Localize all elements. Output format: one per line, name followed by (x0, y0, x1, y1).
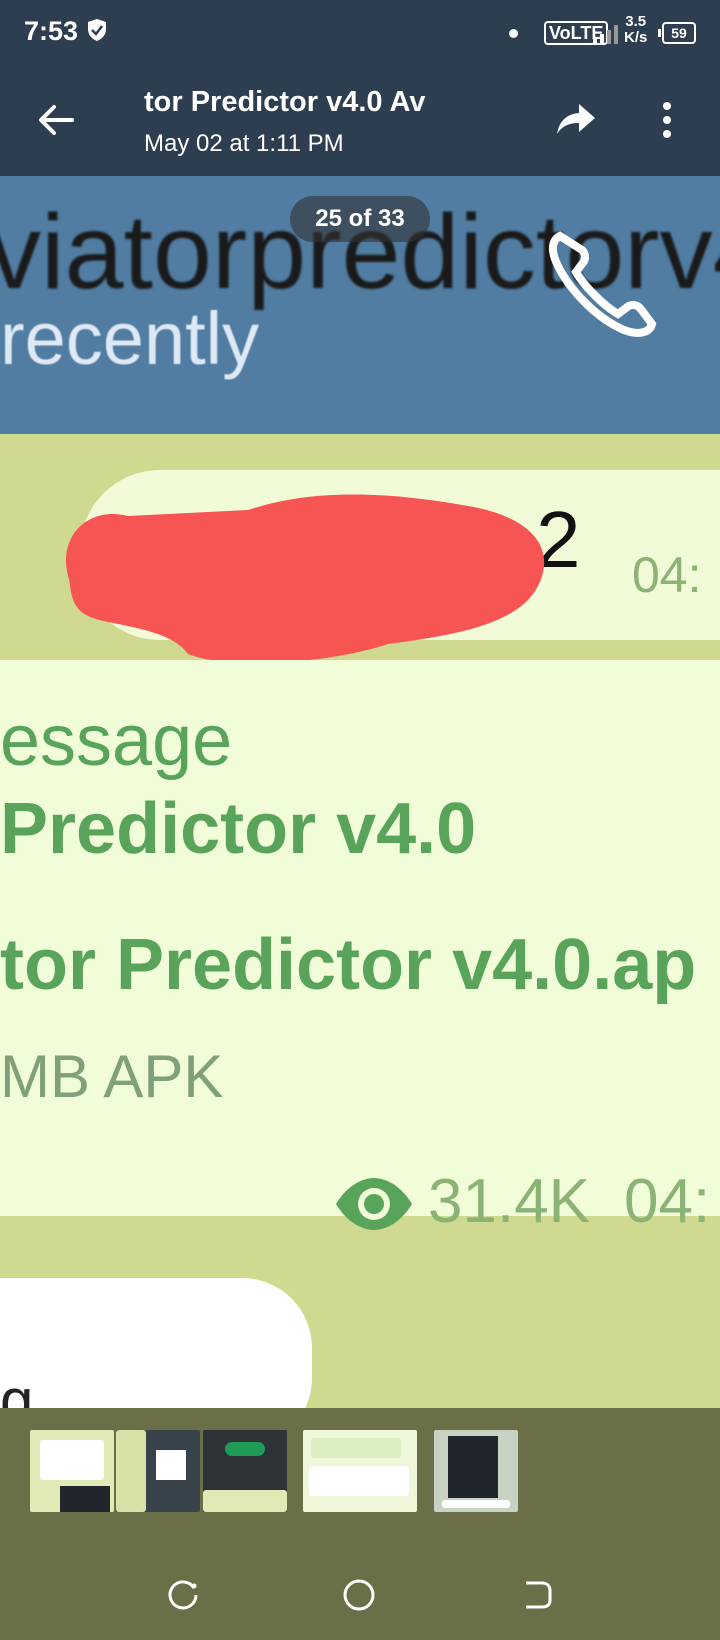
thumbnail[interactable] (116, 1430, 200, 1512)
home-icon[interactable] (342, 1578, 376, 1617)
signal-icon (593, 24, 621, 49)
network-speed: 3.5 K/s (624, 14, 647, 46)
thumbnail-strip (0, 1408, 720, 1550)
thumbnail[interactable] (30, 1430, 114, 1512)
navigation-bar (0, 1550, 720, 1640)
speed-unit: K/s (624, 29, 648, 46)
recent-apps-icon[interactable] (166, 1578, 200, 1617)
photo-counter: 25 of 33 (290, 196, 430, 242)
share-icon[interactable] (555, 98, 597, 145)
thumbnail[interactable] (434, 1430, 518, 1512)
media-date: May 02 at 1:11 PM (144, 130, 344, 157)
chat-status: recently (0, 297, 260, 380)
thumbnail[interactable] (203, 1430, 287, 1512)
status-bar: 7:53 VoLTE 3.5 K/s 59 (0, 0, 720, 68)
shield-icon (86, 18, 108, 47)
media-title: tor Predictor v4.0 Av (144, 86, 426, 118)
thumbnail[interactable] (303, 1430, 417, 1512)
message-time: 04: (624, 1167, 711, 1236)
file-name: tor Predictor v4.0.ap (0, 925, 697, 1005)
message-line: essage (0, 701, 233, 781)
back-arrow-icon[interactable] (36, 100, 76, 145)
file-size: MB APK (0, 1043, 224, 1110)
phone-icon (548, 230, 658, 345)
partial-message: g (0, 1367, 34, 1408)
viewer-toolbar: tor Predictor v4.0 Av May 02 at 1:11 PM (0, 68, 720, 176)
message-line: Predictor v4.0 (0, 789, 477, 869)
eye-icon (334, 1176, 414, 1237)
message-bubble (0, 1278, 312, 1408)
status-time: 7:53 (24, 16, 79, 46)
photo-view[interactable]: viatorpredictorv4 recently 2 04: essage … (0, 176, 720, 1408)
back-nav-icon[interactable] (520, 1578, 554, 1617)
more-options-icon[interactable] (660, 100, 674, 145)
redaction-scribble (48, 486, 558, 681)
message-time: 04: (632, 547, 702, 603)
battery-indicator: 59 (658, 22, 696, 44)
notification-dot (509, 29, 518, 38)
speed-value: 3.5 (625, 13, 647, 30)
view-count: 31.4K (428, 1167, 591, 1236)
